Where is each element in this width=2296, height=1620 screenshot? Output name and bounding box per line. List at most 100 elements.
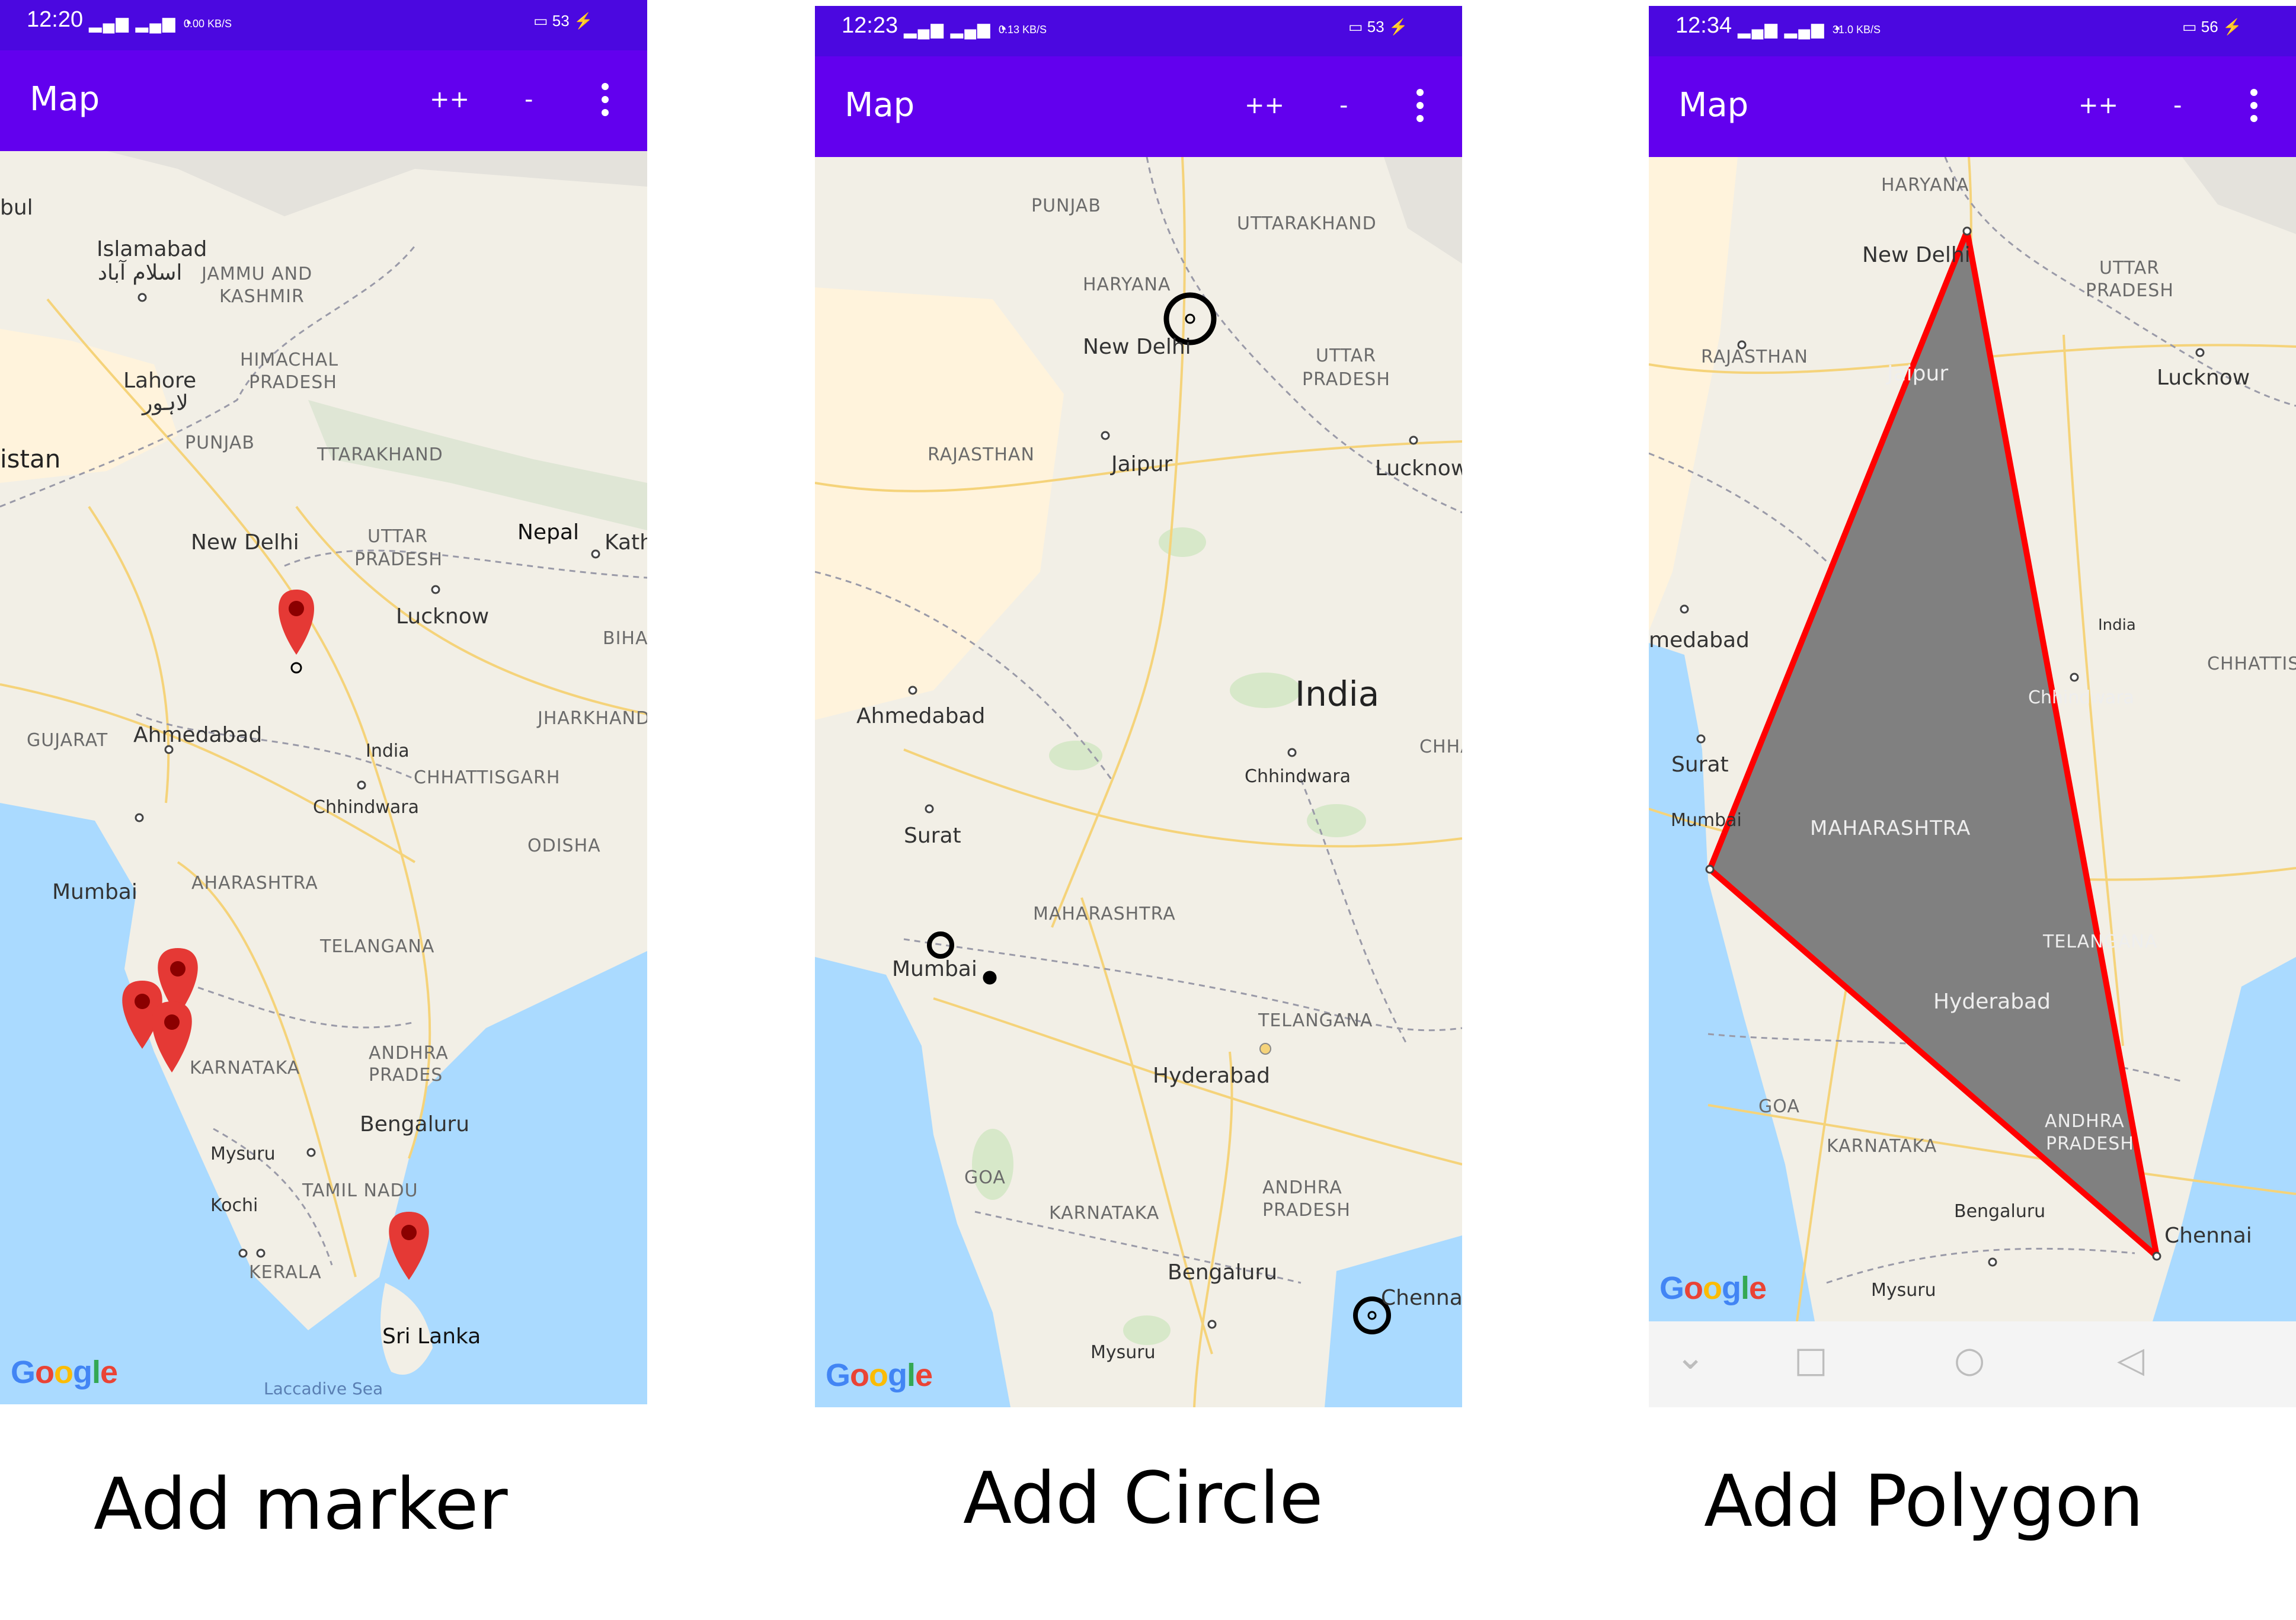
label-lucknow: Lucknow bbox=[396, 604, 490, 629]
label-mumbai: Mumbai bbox=[892, 957, 977, 981]
home-circle-icon[interactable]: ○ bbox=[1954, 1339, 1985, 1381]
label-india: India bbox=[1295, 674, 1380, 714]
label-chha: CHHA bbox=[1419, 737, 1462, 757]
battery-icon: ▭ 53 ⚡ bbox=[1348, 18, 1408, 36]
label-maharashtra: MAHARASHTRA bbox=[1810, 817, 1971, 840]
status-bar: 12:34 ▂▄▆ ▂▄▆ ◔ 31.0 KB/S ▭ 56 ⚡ bbox=[1649, 6, 2296, 56]
label-lucknow: Lucknow bbox=[2157, 366, 2250, 390]
app-bar: Map ++ - bbox=[1649, 56, 2296, 157]
label-chhattis: CHHATTIS bbox=[2207, 654, 2296, 674]
zoom-in-button[interactable]: ++ bbox=[430, 86, 469, 113]
label-goa: GOA bbox=[964, 1167, 1006, 1188]
caption-add-marker: Add marker bbox=[94, 1464, 508, 1546]
label-jharkhand: JHARKHAND bbox=[538, 708, 647, 729]
label-kabul: bul bbox=[0, 196, 33, 220]
label-nepal: Nepal bbox=[517, 520, 579, 545]
label-andhra-pradesh: PRADESH bbox=[2046, 1134, 2134, 1154]
label-jammu: JAMMU AND bbox=[202, 264, 313, 284]
label-telangana: TELANGANA bbox=[320, 936, 435, 957]
label-tamil-nadu: TAMIL NADU bbox=[302, 1180, 418, 1201]
label-ahmedabad: medabad bbox=[1649, 628, 1750, 652]
google-logo: Google bbox=[826, 1358, 933, 1393]
speed-text: 31.0 KB/S bbox=[1833, 24, 1881, 36]
map-view[interactable]: HARYANA New Delhi UTTAR PRADESH RAJASTHA… bbox=[1649, 157, 2296, 1321]
signal-icon: ▂▄▆ ▂▄▆ ◔ bbox=[89, 14, 194, 32]
label-andhra: ANDHRA bbox=[1262, 1177, 1342, 1198]
label-punjab: PUNJAB bbox=[1031, 196, 1101, 216]
label-andhra: ANDHRA bbox=[369, 1043, 449, 1064]
label-bengaluru: Bengaluru bbox=[1954, 1201, 2046, 1222]
label-lahore: Lahore bbox=[123, 369, 197, 393]
label-mysuru: Mysuru bbox=[1091, 1342, 1156, 1363]
label-himachal-pradesh: PRADESH bbox=[249, 372, 337, 393]
label-karnataka: KARNATAKA bbox=[190, 1058, 300, 1078]
zoom-out-button[interactable]: - bbox=[2173, 92, 2182, 119]
signal-icon: ▂▄▆ ▂▄▆ ◔ bbox=[1738, 20, 1843, 38]
zoom-out-button[interactable]: - bbox=[525, 86, 533, 113]
label-kashmir: KASHMIR bbox=[219, 286, 305, 307]
label-odisha: ODISHA bbox=[527, 835, 601, 856]
label-uttar-pradesh: PRADESH bbox=[2086, 280, 2174, 301]
panel-add-polygon: 12:34 ▂▄▆ ▂▄▆ ◔ 31.0 KB/S ▭ 56 ⚡ Map ++ … bbox=[1649, 6, 2296, 1407]
overflow-menu-icon[interactable] bbox=[602, 83, 611, 122]
label-telangana: TELANGANA bbox=[2043, 931, 2158, 952]
chevron-down-icon[interactable]: ⌄ bbox=[1675, 1336, 1705, 1378]
label-uttar: UTTAR bbox=[1316, 345, 1377, 366]
back-triangle-icon[interactable]: ◁ bbox=[2117, 1339, 2144, 1381]
label-gujarat: GUJARAT bbox=[27, 730, 108, 751]
label-islamabad-ur: اسلام آباد bbox=[98, 261, 183, 285]
label-telangana: TELANGANA bbox=[1258, 1010, 1373, 1031]
label-andhra: ANDHRA bbox=[2045, 1111, 2125, 1132]
zoom-out-button[interactable]: - bbox=[1339, 92, 1348, 119]
map-view[interactable]: Islamabad اسلام آباد JAMMU AND KASHMIR H… bbox=[0, 151, 647, 1404]
label-bengaluru: Bengaluru bbox=[1168, 1260, 1278, 1285]
overflow-menu-icon[interactable] bbox=[2250, 89, 2260, 128]
label-uttar: UTTAR bbox=[367, 526, 428, 547]
battery-icon: ▭ 53 ⚡ bbox=[533, 12, 593, 30]
label-ahmedabad: Ahmedabad bbox=[133, 723, 263, 747]
label-india: India bbox=[366, 741, 410, 761]
battery-level: 56 bbox=[2201, 18, 2218, 36]
label-andhra-pradesh: PRADESH bbox=[1262, 1200, 1351, 1221]
label-punjab: PUNJAB bbox=[185, 433, 255, 453]
label-bengaluru: Bengaluru bbox=[360, 1112, 470, 1136]
label-kerala: KERALA bbox=[249, 1262, 322, 1283]
label-new-delhi: New Delhi bbox=[1862, 243, 1971, 267]
label-mysuru: Mysuru bbox=[210, 1144, 276, 1164]
label-hyderabad: Hyderabad bbox=[1153, 1064, 1270, 1088]
label-rajasthan: RAJASTHAN bbox=[928, 444, 1035, 465]
status-bar: 12:20 ▂▄▆ ▂▄▆ ◔ 0.00 KB/S ▭ 53 ⚡ bbox=[0, 0, 647, 50]
status-time: 12:20 bbox=[27, 7, 84, 32]
label-kathmandu: Kath bbox=[605, 530, 647, 555]
status-time: 12:34 bbox=[1675, 13, 1732, 38]
label-haryana: HARYANA bbox=[1881, 175, 1969, 196]
recents-square-icon[interactable]: □ bbox=[1794, 1339, 1828, 1381]
map-canvas bbox=[1649, 157, 2296, 1321]
label-mysuru: Mysuru bbox=[1871, 1280, 1936, 1301]
panel-add-circle: 12:23 ▂▄▆ ▂▄▆ ◔ 0.13 KB/S ▭ 53 ⚡ Map ++ … bbox=[815, 6, 1462, 1407]
label-bihar: BIHAR bbox=[603, 628, 647, 649]
map-view[interactable]: PUNJAB UTTARAKHAND HARYANA New Delhi UTT… bbox=[815, 157, 1462, 1407]
zoom-in-button[interactable]: ++ bbox=[1245, 92, 1284, 119]
label-kochi: Kochi bbox=[210, 1195, 258, 1216]
battery-icon: ▭ 56 ⚡ bbox=[2182, 18, 2242, 36]
label-andhra-pradesh: PRADES bbox=[369, 1065, 443, 1086]
label-chhattisgarh: CHHATTISGARH bbox=[414, 767, 561, 788]
label-goa: GOA bbox=[1758, 1096, 1800, 1117]
label-uttar-pradesh: PRADESH bbox=[1302, 369, 1390, 390]
label-chhindwara: Chhindwara bbox=[313, 797, 420, 818]
speed-text: 0.00 KB/S bbox=[184, 18, 232, 30]
signal-icon: ▂▄▆ ▂▄▆ ◔ bbox=[904, 20, 1009, 38]
label-maharashtra: AHARASHTRA bbox=[191, 873, 318, 894]
zoom-in-button[interactable]: ++ bbox=[2078, 92, 2118, 119]
label-uttar-pradesh: PRADESH bbox=[354, 549, 443, 570]
label-chhindwara: Chhindwara bbox=[1245, 766, 1351, 787]
app-title: Map bbox=[1678, 86, 1749, 124]
label-sri-lanka: Sri Lanka bbox=[382, 1324, 481, 1349]
panel-add-marker: 12:20 ▂▄▆ ▂▄▆ ◔ 0.00 KB/S ▭ 53 ⚡ Map ++ … bbox=[0, 0, 647, 1404]
label-new-delhi: New Delhi bbox=[191, 530, 299, 555]
label-uttar: UTTAR bbox=[2099, 258, 2160, 278]
overflow-menu-icon[interactable] bbox=[1416, 89, 1426, 128]
app-title: Map bbox=[845, 86, 915, 124]
label-surat: Surat bbox=[904, 824, 961, 848]
